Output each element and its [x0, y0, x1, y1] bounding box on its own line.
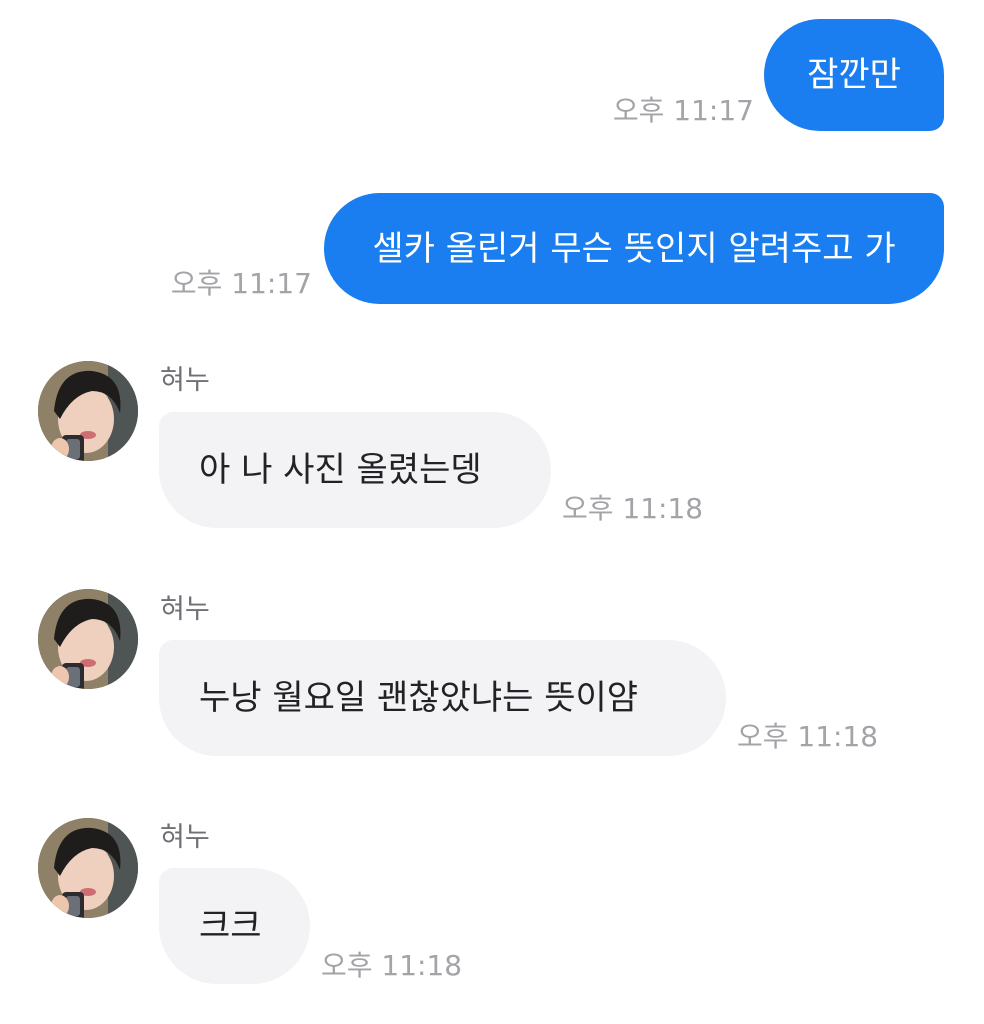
sent-message-bubble[interactable]: 셀카 올린거 무슨 뜻인지 알려주고 가 [324, 193, 944, 304]
message-text: 잠깐만 [807, 55, 901, 95]
sender-avatar[interactable] [38, 589, 138, 689]
avatar-photo-icon [38, 589, 138, 689]
message-timestamp: 오후 11:18 [562, 492, 704, 525]
message-text: 누낭 월요일 괜찮았냐는 뜻이얌 [199, 678, 639, 718]
message-timestamp: 오후 11:18 [321, 949, 463, 982]
message-timestamp: 오후 11:17 [170, 267, 312, 300]
received-message-bubble[interactable]: 크크 [159, 868, 310, 984]
message-timestamp: 오후 11:17 [612, 94, 754, 127]
sender-name: 혀누 [160, 365, 210, 396]
message-text: 셀카 올린거 무슨 뜻인지 알려주고 가 [372, 228, 896, 269]
message-text: 아 나 사진 올렸는뎅 [199, 450, 482, 490]
sender-avatar[interactable] [38, 818, 138, 918]
received-message-bubble[interactable]: 아 나 사진 올렸는뎅 [159, 412, 551, 528]
avatar-photo-icon [38, 818, 138, 918]
message-text: 크크 [199, 906, 262, 946]
sender-name: 혀누 [160, 594, 210, 625]
avatar-photo-icon [38, 361, 138, 461]
sent-message-bubble[interactable]: 잠깐만 [764, 19, 944, 131]
received-message-bubble[interactable]: 누낭 월요일 괜찮았냐는 뜻이얌 [159, 640, 726, 756]
sender-avatar[interactable] [38, 361, 138, 461]
sender-name: 혀누 [160, 822, 210, 853]
chat-thread: 잠깐만 오후 11:17 셀카 올린거 무슨 뜻인지 알려주고 가 오후 11:… [0, 0, 984, 1024]
message-timestamp: 오후 11:18 [737, 720, 879, 753]
